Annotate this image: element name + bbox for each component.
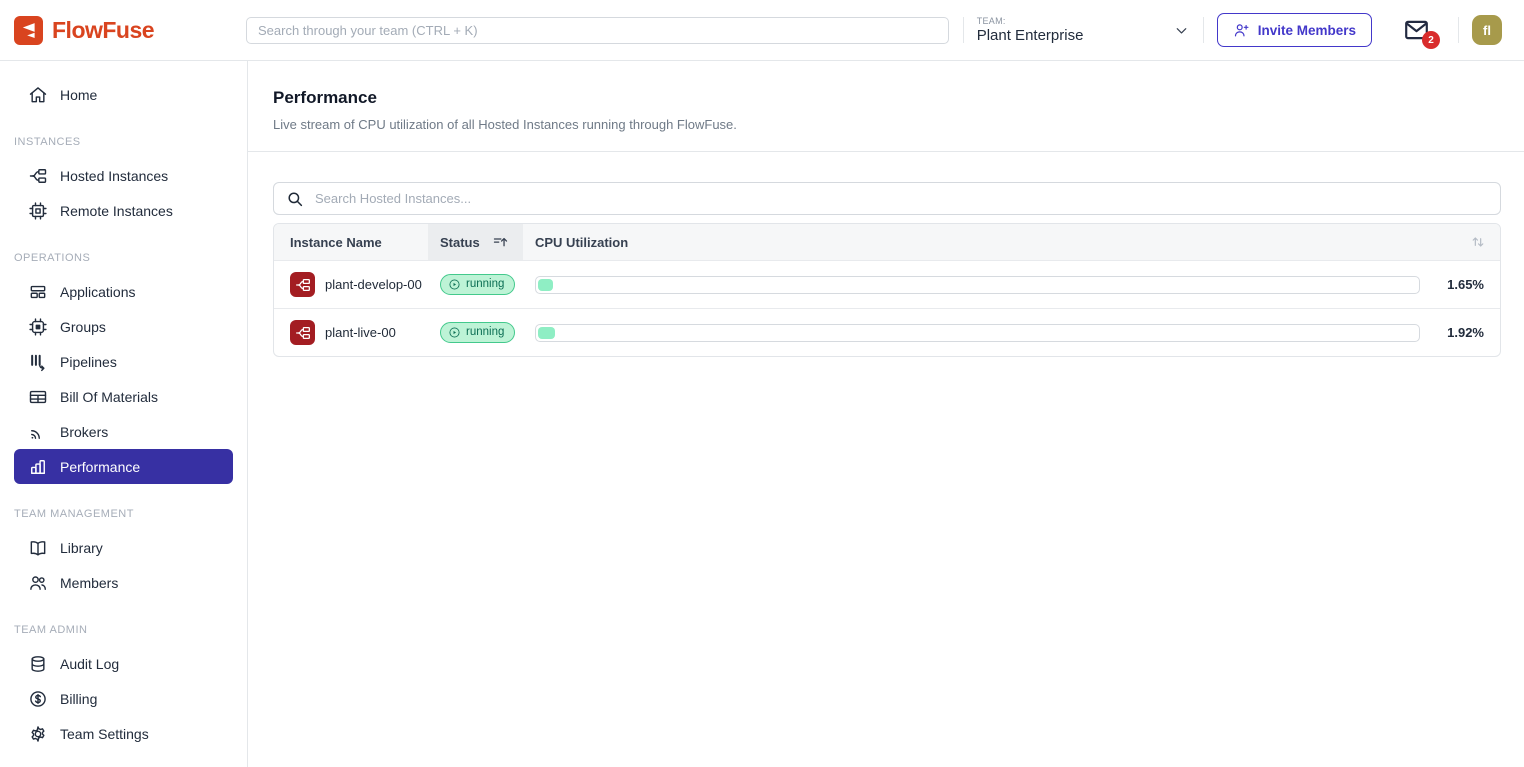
notifications-button[interactable]: 2 xyxy=(1402,17,1431,43)
user-plus-icon xyxy=(1233,22,1250,39)
pipelines-icon xyxy=(28,352,48,372)
sidebar-item-team-settings[interactable]: Team Settings xyxy=(14,716,233,751)
bill-of-materials-icon xyxy=(28,387,48,407)
sidebar-item-groups[interactable]: Groups xyxy=(14,309,233,344)
cpu-cell: 1.92% xyxy=(523,324,1500,342)
sort-ascending-icon xyxy=(492,234,509,251)
play-circle-icon xyxy=(448,326,461,339)
instance-icon xyxy=(290,320,315,345)
table-row[interactable]: plant-live-00 running 1. xyxy=(274,308,1500,356)
table-row[interactable]: plant-develop-00 running xyxy=(274,260,1500,308)
main-content: Performance Live stream of CPU utilizati… xyxy=(248,61,1524,767)
sidebar-item-library[interactable]: Library xyxy=(14,530,233,565)
page-title: Performance xyxy=(273,88,1499,108)
sidebar-item-billing[interactable]: Billing xyxy=(14,681,233,716)
flowfuse-logo[interactable]: FlowFuse xyxy=(14,16,246,45)
column-header-cpu-utilization[interactable]: CPU Utilization xyxy=(523,224,1500,260)
sidebar-item-brokers[interactable]: Brokers xyxy=(14,414,233,449)
cpu-percent-value: 1.65% xyxy=(1436,277,1484,292)
team-selector-text: TEAM: Plant Enterprise xyxy=(977,16,1084,44)
sidebar-item-pipelines[interactable]: Pipelines xyxy=(14,344,233,379)
sidebar-section-team-admin: TEAM ADMIN xyxy=(0,624,247,636)
sidebar-item-bill-of-materials[interactable]: Bill Of Materials xyxy=(14,379,233,414)
sidebar-item-audit-log[interactable]: Audit Log xyxy=(14,646,233,681)
cpu-cell: 1.65% xyxy=(523,276,1500,294)
sidebar-section-team-management: TEAM MANAGEMENT xyxy=(0,508,247,520)
team-label: TEAM: xyxy=(977,16,1084,26)
sort-toggle-icon[interactable] xyxy=(1470,234,1486,250)
instance-icon xyxy=(290,272,315,297)
brokers-icon xyxy=(28,422,48,442)
status-cell: running xyxy=(428,274,523,296)
sidebar-section-operations: OPERATIONS xyxy=(0,252,247,264)
sidebar-section-instances: INSTANCES xyxy=(0,136,247,148)
search-icon xyxy=(286,190,304,208)
sidebar: Home INSTANCES Hosted Instances Remote I… xyxy=(0,61,248,767)
divider xyxy=(1458,17,1459,43)
instance-search xyxy=(273,182,1501,215)
notification-badge: 2 xyxy=(1422,31,1440,49)
remote-instances-icon xyxy=(28,201,48,221)
sidebar-item-hosted-instances[interactable]: Hosted Instances xyxy=(14,158,233,193)
column-header-instance-name[interactable]: Instance Name xyxy=(274,224,428,260)
chevron-down-icon xyxy=(1173,22,1190,39)
cpu-percent-value: 1.92% xyxy=(1436,325,1484,340)
audit-log-icon xyxy=(28,654,48,674)
home-icon xyxy=(28,85,48,105)
status-badge: running xyxy=(440,322,515,343)
cpu-utilization-fill xyxy=(538,279,553,291)
instance-name: plant-live-00 xyxy=(325,325,396,340)
flowfuse-logo-icon xyxy=(14,16,43,45)
cpu-utilization-bar xyxy=(535,276,1420,294)
library-icon xyxy=(28,538,48,558)
instance-name-cell: plant-develop-00 xyxy=(274,272,428,297)
sidebar-item-remote-instances[interactable]: Remote Instances xyxy=(14,193,233,228)
members-icon xyxy=(28,573,48,593)
play-circle-icon xyxy=(448,278,461,291)
hosted-instances-icon xyxy=(28,166,48,186)
sidebar-item-members[interactable]: Members xyxy=(14,565,233,600)
divider xyxy=(963,17,964,43)
avatar[interactable]: fl xyxy=(1472,15,1502,45)
performance-icon xyxy=(28,457,48,477)
cpu-utilization-bar xyxy=(535,324,1420,342)
billing-icon xyxy=(28,689,48,709)
team-search-input[interactable] xyxy=(246,17,949,44)
table-header-row: Instance Name Status CPU Utilization xyxy=(274,224,1500,260)
column-header-status[interactable]: Status xyxy=(428,224,523,260)
sidebar-item-performance[interactable]: Performance xyxy=(14,449,233,484)
sidebar-item-home[interactable]: Home xyxy=(14,77,233,112)
app-header: FlowFuse TEAM: Plant Enterprise Invite M… xyxy=(0,0,1524,61)
cpu-utilization-fill xyxy=(538,327,555,339)
status-cell: running xyxy=(428,322,523,344)
invite-members-label: Invite Members xyxy=(1258,23,1356,38)
team-selector[interactable]: TEAM: Plant Enterprise xyxy=(977,16,1190,44)
page-header: Performance Live stream of CPU utilizati… xyxy=(248,61,1524,152)
invite-members-button[interactable]: Invite Members xyxy=(1217,13,1372,47)
team-name: Plant Enterprise xyxy=(977,27,1084,44)
instances-table: Instance Name Status CPU Utilization xyxy=(273,223,1501,357)
instance-search-input[interactable] xyxy=(315,191,1488,206)
flowfuse-wordmark: FlowFuse xyxy=(52,17,154,44)
page-subtitle: Live stream of CPU utilization of all Ho… xyxy=(273,117,1499,132)
instance-name-cell: plant-live-00 xyxy=(274,320,428,345)
applications-icon xyxy=(28,282,48,302)
divider xyxy=(1203,17,1204,43)
status-badge: running xyxy=(440,274,515,295)
team-settings-icon xyxy=(28,724,48,744)
instance-name: plant-develop-00 xyxy=(325,277,422,292)
groups-icon xyxy=(28,317,48,337)
sidebar-item-applications[interactable]: Applications xyxy=(14,274,233,309)
flowfuse-app: FlowFuse TEAM: Plant Enterprise Invite M… xyxy=(0,0,1524,767)
header-actions: TEAM: Plant Enterprise Invite Members 2 … xyxy=(950,13,1524,47)
